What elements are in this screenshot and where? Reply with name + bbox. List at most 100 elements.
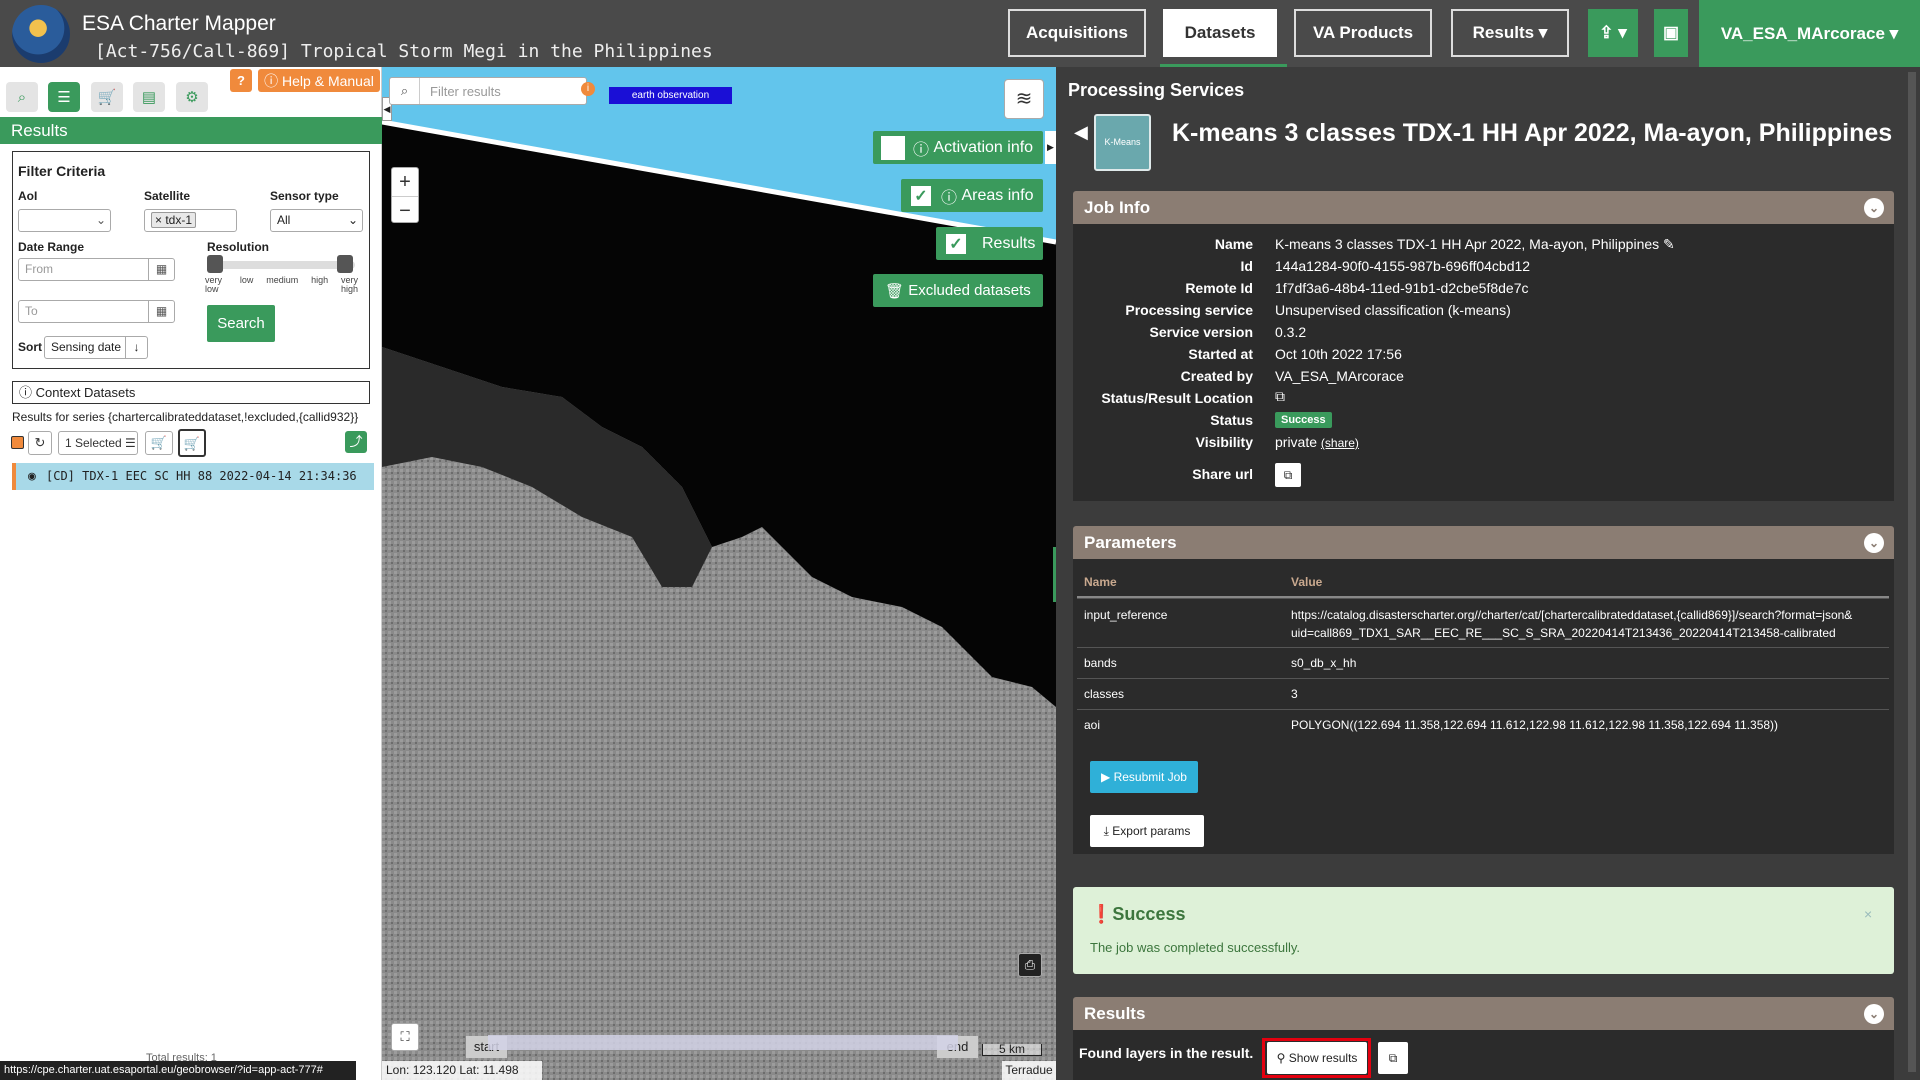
chevron-down-icon: ⌄ — [347, 213, 358, 227]
layers-icon[interactable]: ≋ — [1004, 79, 1044, 119]
job-name-value[interactable]: K-means 3 classes TDX-1 HH Apr 2022, Ma-… — [1275, 236, 1675, 253]
copy-icon[interactable]: ⧉ — [1378, 1042, 1408, 1074]
download-icon: ⤓ — [1103, 823, 1113, 838]
share-link[interactable]: (share) — [1321, 436, 1359, 450]
activation-info-label: Activation info — [933, 138, 1034, 156]
job-id-value: 144a1284-90f0-4155-987b-696ff04cbd12 — [1275, 258, 1531, 274]
resolution-slider-max-handle[interactable] — [337, 255, 353, 273]
resolution-slider-min-handle[interactable] — [207, 255, 223, 273]
calendar-icon[interactable]: ▦ — [148, 259, 174, 280]
upload-icon[interactable]: ⇪ ▾ — [1588, 9, 1638, 57]
processing-service-value: Unsupervised classification (k-means) — [1275, 302, 1511, 318]
calendar-icon[interactable]: ▦ — [148, 301, 174, 322]
print-icon[interactable]: ⎙ — [1018, 953, 1042, 977]
resubmit-job-button[interactable]: ▶ Resubmit Job — [1090, 761, 1198, 793]
select-all-checkbox[interactable] — [11, 436, 24, 449]
share-url-label: Share url — [1192, 466, 1253, 482]
sort-direction-icon[interactable]: ↓ — [125, 337, 147, 358]
archive-icon[interactable]: ▤ — [133, 82, 165, 112]
resolution-slider-track[interactable] — [207, 261, 355, 269]
nav-va-products[interactable]: VA Products — [1294, 9, 1432, 57]
job-info-header[interactable]: Job Info ⌄ — [1073, 191, 1894, 224]
chevron-down-icon[interactable]: ⌄ — [1864, 198, 1884, 218]
collapse-right-icon[interactable]: ▶ — [1045, 131, 1056, 164]
list-icon[interactable]: ☰ — [48, 82, 80, 112]
sensor-type-select[interactable]: All ⌄ — [270, 209, 363, 232]
add-to-basket-icon[interactable]: 🛒 — [145, 431, 173, 455]
excluded-datasets-button[interactable]: 🗑 Excluded datasets — [873, 274, 1043, 307]
scrollbar[interactable] — [1908, 72, 1916, 1072]
visibility-text: private — [1275, 434, 1318, 450]
map-viewer[interactable]: ◀ ⌕ Filter results i earth observation ≋… — [382, 67, 1056, 1080]
close-icon[interactable]: × — [1864, 906, 1872, 922]
results-section-title: Results — [1084, 1004, 1146, 1023]
date-to-input[interactable]: To ▦ — [18, 300, 175, 323]
chevron-down-icon[interactable]: ⌄ — [1864, 533, 1884, 553]
param-row: aoi POLYGON((122.694 11.358,122.694 11.6… — [1077, 709, 1889, 740]
share-icon[interactable]: ⤴ — [345, 431, 367, 453]
date-range-label: Date Range — [18, 240, 85, 254]
fullscreen-icon[interactable]: ⛶ — [391, 1023, 419, 1051]
copy-icon[interactable]: ⧉ — [1275, 463, 1301, 487]
satellite-select[interactable]: × tdx-1 — [144, 209, 237, 232]
areas-info-checkbox[interactable]: ✓ — [909, 183, 933, 208]
show-results-button[interactable]: ⚲ Show results — [1267, 1042, 1367, 1074]
question-icon[interactable]: ? — [230, 69, 252, 92]
aoi-select[interactable]: ⌄ — [18, 209, 111, 232]
zoom-out-button[interactable]: − — [392, 196, 418, 225]
result-list-item[interactable]: ◉ [CD] TDX-1 EEC SC HH 88 2022-04-14 21:3… — [12, 463, 374, 490]
timeline-bar[interactable] — [488, 1035, 958, 1050]
chevron-down-icon[interactable]: ⌄ — [1864, 1004, 1884, 1024]
trash-icon: 🗑 — [885, 282, 909, 300]
parameters-header[interactable]: Parameters ⌄ — [1073, 526, 1894, 559]
nav-results[interactable]: Results ▾ — [1451, 9, 1569, 57]
refresh-icon[interactable]: ↻ — [28, 431, 52, 455]
export-params-button[interactable]: ⤓ Export params — [1090, 815, 1204, 847]
map-attribution[interactable]: Terradue — [1002, 1061, 1056, 1080]
activation-info-toggle[interactable]: ⓘ Activation info — [873, 131, 1043, 164]
briefcase-icon[interactable]: ▣ — [1654, 9, 1688, 57]
map-marker-icon: ⚲ — [1276, 1051, 1289, 1065]
param-row: input_reference https://catalog.disaster… — [1077, 598, 1889, 647]
info-icon: ❗ — [1090, 904, 1113, 924]
results-toggle[interactable]: ✓ Results — [936, 227, 1043, 260]
external-link-icon[interactable]: ⧉ — [1275, 388, 1285, 405]
help-manual-button[interactable]: ⓘ Help & Manual — [258, 69, 380, 92]
results-header[interactable]: Results ⌄ — [1073, 997, 1894, 1030]
nav-datasets[interactable]: Datasets — [1163, 9, 1277, 57]
globe-icon: ◉ — [28, 469, 36, 484]
zoom-in-button[interactable]: + — [392, 168, 418, 196]
basket-plus-icon[interactable]: 🛒 — [178, 429, 206, 457]
user-menu[interactable]: VA_ESA_MArcorace ▾ — [1699, 0, 1920, 67]
filter-results-placeholder: Filter results — [430, 84, 501, 99]
search-button[interactable]: Search — [207, 305, 275, 342]
date-from-input[interactable]: From ▦ — [18, 258, 175, 281]
back-arrow-icon[interactable]: ◀ — [1074, 122, 1088, 143]
series-text: Results for series {chartercalibrateddat… — [12, 410, 359, 424]
job-id-label: Id — [1240, 258, 1253, 274]
selected-dropdown[interactable]: 1 Selected ☰ — [58, 431, 138, 455]
context-datasets[interactable]: ⓘ Context Datasets — [12, 381, 370, 404]
show-results-label: Show results — [1288, 1051, 1358, 1065]
panel-title: Processing Services — [1068, 80, 1245, 100]
settings-icon[interactable]: ⚙ — [176, 82, 208, 112]
activation-info-checkbox[interactable] — [881, 135, 905, 160]
info-icon: ⓘ — [941, 189, 962, 207]
results-checkbox[interactable]: ✓ — [944, 231, 968, 256]
filter-title: Filter Criteria — [18, 163, 106, 179]
basket-icon[interactable]: 🛒 — [91, 82, 123, 112]
nav-acquisitions[interactable]: Acquisitions — [1008, 9, 1146, 57]
search-icon[interactable]: ⌕ — [6, 82, 38, 112]
info-icon[interactable]: i — [581, 82, 595, 96]
res-tick: low — [239, 275, 254, 285]
areas-info-toggle[interactable]: ✓ ⓘ Areas info — [901, 179, 1043, 212]
earth-observation-tag[interactable]: earth observation — [609, 87, 732, 104]
remote-id-label: Remote Id — [1185, 280, 1253, 296]
filter-results-input[interactable]: ⌕ Filter results — [389, 77, 587, 105]
sort-select[interactable]: Sensing date ↓ — [44, 336, 148, 359]
param-name: input_reference — [1084, 608, 1168, 622]
param-name: bands — [1084, 656, 1117, 670]
sensor-type-value: All — [277, 213, 291, 227]
resolution-label: Resolution — [207, 240, 269, 254]
activation-title: [Act-756/Call-869] Tropical Storm Megi i… — [95, 41, 713, 62]
